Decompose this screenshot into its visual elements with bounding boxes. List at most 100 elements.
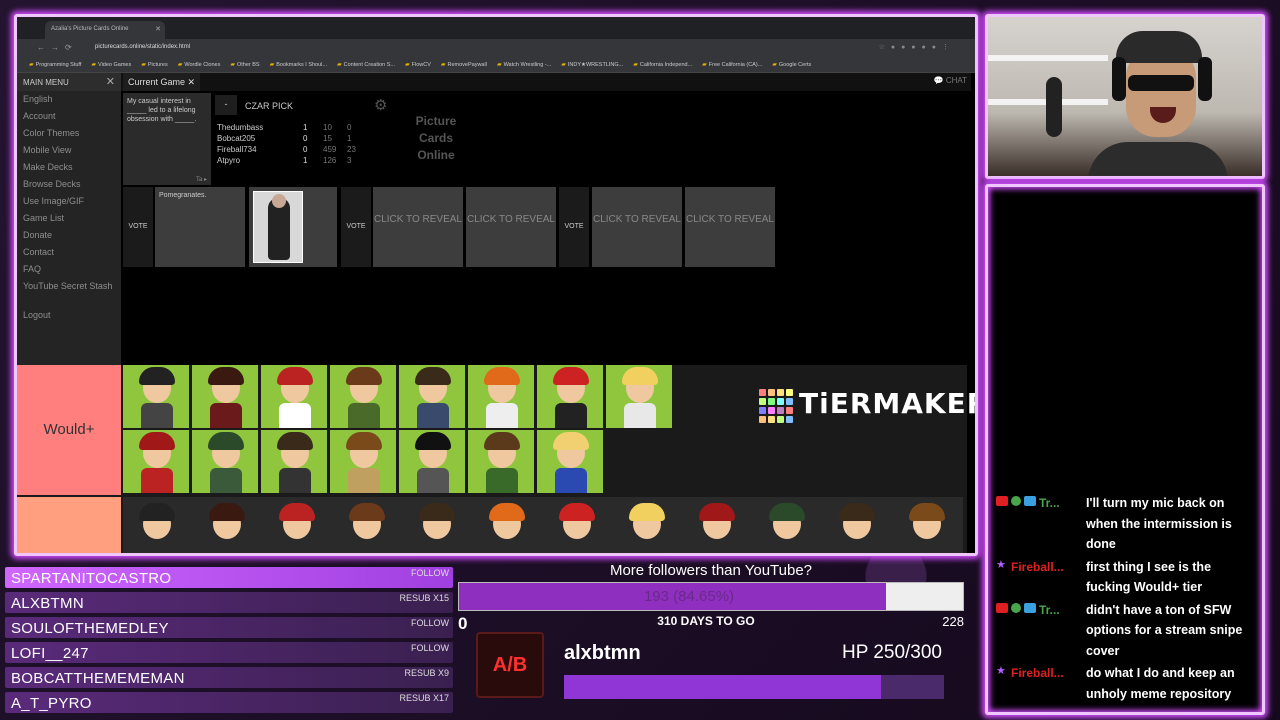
character-avatar[interactable] — [123, 501, 189, 553]
character-avatar[interactable] — [399, 365, 465, 428]
extensions-icon[interactable]: ☆●●●●●⋮ — [879, 43, 955, 51]
player-points: 0 — [303, 134, 308, 143]
close-icon[interactable]: ✕ — [106, 75, 115, 88]
close-icon[interactable]: ✕ — [188, 77, 196, 87]
character-avatar[interactable] — [613, 501, 679, 553]
reveal-card[interactable]: CLICK TO REVEAL — [466, 187, 556, 267]
answer-card[interactable]: Pomegranates. — [155, 187, 245, 267]
folder-icon: ▰ — [230, 62, 235, 68]
bookmark-item[interactable]: ▰ Watch Wrestling -... — [497, 61, 551, 68]
character-avatar[interactable] — [263, 501, 329, 553]
bookmark-item[interactable]: ▰ Video Games — [91, 61, 131, 68]
bookmark-item[interactable]: ▰ RemovePaywall — [441, 61, 487, 68]
player-name: Fireball734 — [217, 145, 257, 154]
sidebar-item[interactable]: Mobile View — [17, 142, 121, 159]
logo-square — [768, 416, 775, 423]
character-avatar[interactable] — [606, 365, 672, 428]
character-avatar[interactable] — [543, 501, 609, 553]
platform-badge-icon — [1024, 496, 1036, 506]
character-avatar[interactable] — [193, 501, 259, 553]
vote-button[interactable]: VOTE — [341, 187, 371, 267]
bookmark-label: Free California (CA)... — [708, 62, 763, 68]
reveal-card[interactable]: CLICK TO REVEAL — [592, 187, 682, 267]
sidebar-item[interactable]: Contact — [17, 244, 121, 261]
character-avatar[interactable] — [123, 430, 189, 493]
character-avatar[interactable] — [123, 365, 189, 428]
avatar-hair — [622, 367, 658, 385]
card-image — [253, 191, 303, 263]
logo-square — [777, 398, 784, 405]
character-avatar[interactable] — [537, 430, 603, 493]
chat-username[interactable]: Tr... — [1039, 603, 1060, 617]
sidebar-item[interactable]: Color Themes — [17, 125, 121, 142]
gear-icon[interactable]: ⚙ — [374, 96, 387, 114]
bookmark-item[interactable]: ▰ Content Creation S... — [337, 61, 395, 68]
chat-text: do what I do and keep an unholy meme rep… — [1086, 666, 1235, 701]
character-avatar[interactable] — [192, 365, 258, 428]
character-avatar[interactable] — [823, 501, 889, 553]
avatar-hair — [415, 367, 451, 385]
reveal-card[interactable]: CLICK TO REVEAL — [685, 187, 775, 267]
image-answer-card[interactable] — [249, 187, 337, 267]
tab-current-game[interactable]: Current Game ✕ — [123, 73, 201, 91]
chat-username[interactable]: Tr... — [1039, 496, 1060, 510]
emote-badge-icon — [1011, 496, 1021, 506]
bookmark-item[interactable]: ▰ Bookmarks I Shoul... — [270, 61, 327, 68]
vote-button[interactable]: VOTE — [559, 187, 589, 267]
url-field[interactable]: picturecards.online/static/index.html — [95, 44, 190, 50]
avatar-body — [417, 468, 449, 493]
character-avatar[interactable] — [893, 501, 959, 553]
character-avatar[interactable] — [333, 501, 399, 553]
reveal-card[interactable]: CLICK TO REVEAL — [373, 187, 463, 267]
bookmark-item[interactable]: ▰ Google Certs — [772, 61, 811, 68]
sidebar-item[interactable]: English — [17, 91, 121, 108]
avatar-body — [210, 468, 242, 493]
chat-username[interactable]: Fireball... — [1011, 560, 1064, 574]
nav-arrows-icon[interactable]: ←→⟳ — [37, 43, 78, 52]
character-avatar[interactable] — [330, 365, 396, 428]
character-avatar[interactable] — [192, 430, 258, 493]
close-icon[interactable]: ✕ — [155, 25, 161, 33]
webcam-frame — [985, 14, 1265, 179]
prompt-corner[interactable]: Ta ▸ — [196, 176, 207, 183]
sidebar-item[interactable]: Make Decks — [17, 159, 121, 176]
browser-tab[interactable]: Azalia's Picture Cards Online ✕ — [45, 21, 165, 39]
character-avatar[interactable] — [468, 430, 534, 493]
bookmark-item[interactable]: ▰ INDY★WRESTLING... — [561, 61, 623, 68]
event-row: SPARTANITOCASTRO FOLLOW — [5, 565, 453, 590]
character-avatar[interactable] — [261, 430, 327, 493]
bookmark-item[interactable]: ▰ Wordle Clones — [178, 61, 221, 68]
streamer-hat — [1116, 31, 1202, 63]
logo-square — [759, 389, 766, 396]
character-avatar[interactable] — [473, 501, 539, 553]
sidebar-item[interactable]: FAQ — [17, 261, 121, 278]
bookmark-item[interactable]: ▰ Other BS — [230, 61, 259, 68]
character-avatar[interactable] — [683, 501, 749, 553]
character-avatar[interactable] — [399, 430, 465, 493]
sidebar-item[interactable]: YouTube Secret Stash — [17, 278, 121, 307]
character-avatar[interactable] — [537, 365, 603, 428]
character-avatar[interactable] — [330, 430, 396, 493]
bookmark-item[interactable]: ▰ California Independ... — [633, 61, 692, 68]
bookmark-item[interactable]: ▰ Programming Stuff — [29, 61, 81, 68]
minus-button[interactable]: - — [215, 95, 237, 115]
event-row: A_T_PYRO RESUB X17 — [5, 690, 453, 715]
sidebar-item[interactable]: Logout — [17, 307, 121, 324]
chat-username[interactable]: Fireball... — [1011, 666, 1064, 680]
sidebar-item[interactable]: Game List — [17, 210, 121, 227]
sidebar-item[interactable]: Account — [17, 108, 121, 125]
character-avatar[interactable] — [261, 365, 327, 428]
bookmark-item[interactable]: ▰ Pictures — [141, 61, 168, 68]
character-avatar[interactable] — [753, 501, 819, 553]
bookmark-item[interactable]: ▰ FlowCV — [405, 61, 431, 68]
character-avatar[interactable] — [403, 501, 469, 553]
sidebar-item[interactable]: Donate — [17, 227, 121, 244]
bookmark-item[interactable]: ▰ Free California (CA)... — [702, 61, 762, 68]
sidebar-item[interactable]: Browse Decks — [17, 176, 121, 193]
character-avatar[interactable] — [468, 365, 534, 428]
avatar-hair — [139, 432, 175, 450]
vote-button[interactable]: VOTE — [123, 187, 153, 267]
chat-toggle[interactable]: 💬 CHAT — [934, 76, 967, 85]
sidebar-item[interactable]: Use Image/GIF — [17, 193, 121, 210]
logo-square — [768, 389, 775, 396]
